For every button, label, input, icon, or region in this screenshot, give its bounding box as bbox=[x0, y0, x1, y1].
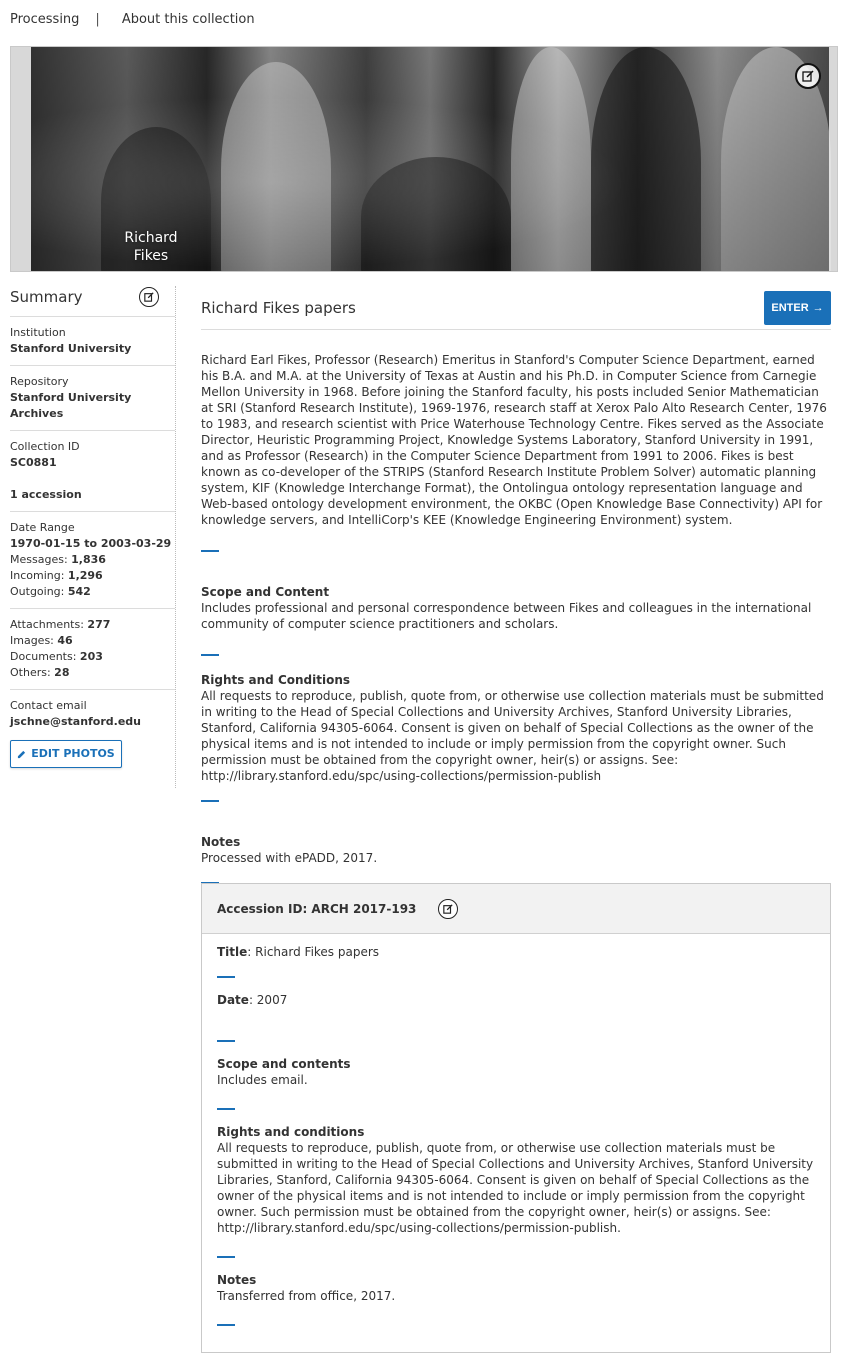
accession-scope-text: Includes email. bbox=[217, 1073, 308, 1087]
institution-value: Stanford University bbox=[10, 342, 132, 355]
contact-label: Contact email bbox=[10, 699, 87, 712]
banner-edit-button[interactable] bbox=[795, 63, 821, 89]
enter-label: ENTER bbox=[771, 301, 809, 314]
processing-link[interactable]: Processing bbox=[10, 12, 79, 27]
about-collection-link[interactable]: About this collection bbox=[122, 12, 255, 27]
collection-main: Richard Fikes papers ENTER → Richard Ear… bbox=[201, 286, 831, 884]
scope-title: Scope and Content bbox=[201, 585, 330, 599]
section-divider bbox=[217, 1324, 235, 1326]
section-divider bbox=[201, 654, 219, 656]
accession-rights: Rights and conditions All requests to re… bbox=[217, 1124, 815, 1236]
images-stat: Images: 46 bbox=[10, 634, 73, 647]
institution-label: Institution bbox=[10, 326, 66, 339]
documents-stat: Documents: 203 bbox=[10, 650, 103, 663]
section-divider bbox=[201, 550, 219, 552]
edit-photos-label: EDIT PHOTOS bbox=[31, 747, 115, 760]
rights-title: Rights and Conditions bbox=[201, 673, 351, 687]
attachments-block: Attachments: 277 Images: 46 Documents: 2… bbox=[10, 608, 175, 689]
edit-photos-button[interactable]: EDIT PHOTOS bbox=[10, 740, 122, 768]
repository-label: Repository bbox=[10, 375, 69, 388]
repository-block: Repository Stanford University Archives bbox=[10, 365, 175, 430]
accession-notes: Notes Transferred from office, 2017. bbox=[217, 1272, 815, 1304]
accession-scope-title: Scope and contents bbox=[217, 1057, 351, 1071]
outgoing-stat: Outgoing: 542 bbox=[10, 585, 91, 598]
accession-edit-button[interactable] bbox=[438, 898, 459, 919]
rights-text: All requests to reproduce, publish, quot… bbox=[201, 689, 824, 783]
accession-panel: Accession ID: ARCH 2017-193 Title: Richa… bbox=[201, 883, 831, 1353]
top-nav: Processing | About this collection bbox=[10, 12, 255, 27]
institution-block: Institution Stanford University bbox=[10, 316, 175, 365]
scope-text: Includes professional and personal corre… bbox=[201, 601, 812, 631]
date-range-block: Date Range 1970-01-15 to 2003-03-29 Mess… bbox=[10, 511, 175, 608]
enter-button[interactable]: ENTER → bbox=[764, 290, 831, 325]
collection-title: Richard Fikes papers bbox=[201, 298, 356, 317]
date-range-value: 1970-01-15 to 2003-03-29 bbox=[10, 537, 172, 550]
section-divider bbox=[201, 800, 219, 802]
accession-id: Accession ID: ARCH 2017-193 bbox=[217, 901, 417, 916]
repository-value: Stanford University Archives bbox=[10, 391, 132, 420]
attachments-stat: Attachments: 277 bbox=[10, 618, 111, 631]
accession-date: Date: 2007 bbox=[217, 993, 288, 1007]
accession-notes-text: Transferred from office, 2017. bbox=[217, 1289, 396, 1303]
nav-separator: | bbox=[95, 12, 100, 27]
accession-title: Title: Richard Fikes papers bbox=[217, 945, 380, 959]
section-divider bbox=[217, 1108, 235, 1110]
collection-id-label: Collection ID bbox=[10, 440, 80, 453]
accession-notes-title: Notes bbox=[217, 1273, 257, 1287]
accession-count: 1 accession bbox=[10, 488, 82, 501]
collection-id-value: SC0881 bbox=[10, 456, 57, 469]
edit-icon bbox=[802, 70, 814, 82]
messages-stat: Messages: 1,836 bbox=[10, 553, 106, 566]
accession-scope: Scope and contents Includes email. bbox=[217, 1056, 815, 1088]
summary-edit-button[interactable] bbox=[139, 287, 159, 307]
arrow-right-icon: → bbox=[812, 301, 824, 314]
accession-header: Accession ID: ARCH 2017-193 bbox=[202, 884, 830, 934]
notes-title: Notes bbox=[201, 835, 241, 849]
collection-description: Richard Earl Fikes, Professor (Research)… bbox=[201, 353, 827, 527]
contact-email[interactable]: jschne@stanford.edu bbox=[10, 714, 175, 730]
contact-block: Contact email jschne@stanford.edu EDIT P… bbox=[10, 689, 175, 776]
edit-icon bbox=[144, 292, 154, 302]
summary-title: Summary bbox=[10, 288, 83, 306]
section-divider bbox=[217, 1040, 235, 1042]
section-divider bbox=[217, 1256, 235, 1258]
accession-rights-text: All requests to reproduce, publish, quot… bbox=[217, 1141, 814, 1235]
summary-sidebar: Summary Institution Stanford University … bbox=[10, 286, 176, 788]
section-divider bbox=[217, 976, 235, 978]
banner-caption: Richard Fikes bbox=[124, 230, 178, 264]
date-range-label: Date Range bbox=[10, 521, 75, 534]
edit-icon bbox=[443, 903, 454, 914]
collection-banner: Richard Fikes bbox=[10, 46, 838, 272]
incoming-stat: Incoming: 1,296 bbox=[10, 569, 103, 582]
accession-rights-title: Rights and conditions bbox=[217, 1125, 365, 1139]
notes-text: Processed with ePADD, 2017. bbox=[201, 851, 378, 865]
collection-id-block: Collection ID SC0881 1 accession bbox=[10, 430, 175, 511]
others-stat: Others: 28 bbox=[10, 666, 70, 679]
pencil-icon bbox=[18, 750, 26, 758]
